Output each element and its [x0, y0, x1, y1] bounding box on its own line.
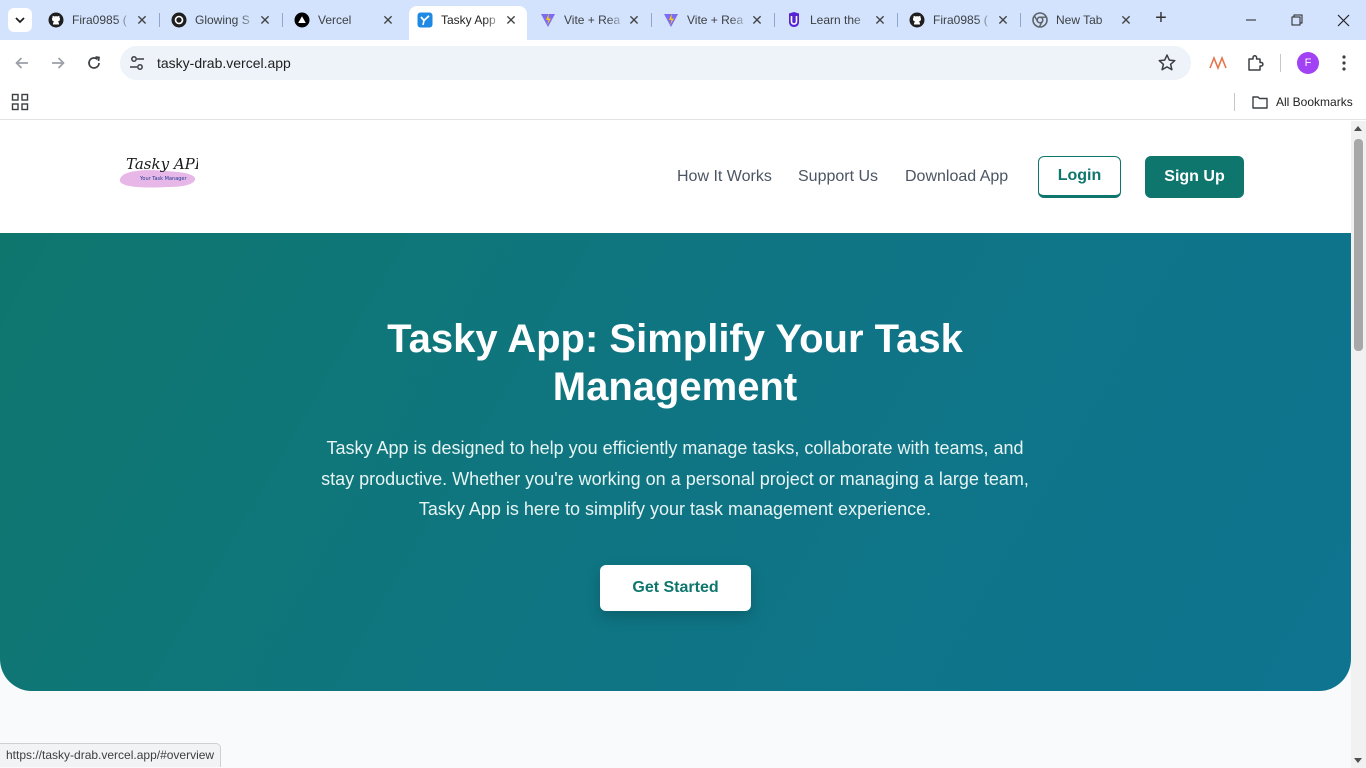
page-viewport: Tasky APP Your Task Manager How It Works… [0, 121, 1351, 768]
tab-separator [774, 13, 775, 27]
tab-title: New Tab [1056, 13, 1103, 27]
puzzle-icon [1248, 54, 1264, 71]
tab-separator [282, 13, 283, 27]
forward-button[interactable] [46, 51, 70, 75]
vercel-icon [294, 12, 310, 28]
back-arrow-icon [15, 57, 28, 69]
tab-title: Learn the [810, 13, 861, 27]
close-window-button[interactable] [1320, 0, 1366, 40]
profile-avatar[interactable]: F [1297, 52, 1319, 74]
tab-github-2[interactable]: Fira0985 ( ✕ [901, 6, 1019, 34]
extensions-button[interactable] [1244, 52, 1266, 74]
hero-section: Tasky App: Simplify Your Task Management… [0, 233, 1351, 691]
close-tab-icon[interactable]: ✕ [626, 12, 642, 28]
github-icon [48, 12, 64, 28]
new-tab-button[interactable]: + [1150, 8, 1172, 30]
scroll-up-arrow[interactable] [1354, 126, 1362, 131]
hero-title: Tasky App: Simplify Your Task Management [387, 317, 963, 409]
vite-icon [663, 12, 679, 28]
browser-toolbar: tasky-drab.vercel.app F [0, 40, 1366, 86]
tab-strip: Fira0985 ( ✕ Glowing S ✕ Vercel ✕ Tasky … [0, 0, 1366, 40]
tab-vite-1[interactable]: Vite + Rea ✕ [532, 6, 650, 34]
page-scrollbar[interactable] [1351, 121, 1366, 768]
site-logo[interactable]: Tasky APP Your Task Manager [118, 151, 206, 191]
restore-icon [1291, 14, 1303, 26]
bookmarks-bar: All Bookmarks [0, 86, 1366, 120]
wave-extension-icon [1209, 56, 1227, 70]
more-vertical-icon [1342, 55, 1346, 71]
tasky-icon [417, 12, 433, 28]
tab-title: Fira0985 ( [933, 13, 988, 27]
nav-how-it-works[interactable]: How It Works [677, 168, 772, 186]
hero-description: Tasky App is designed to help you effici… [321, 438, 1029, 519]
tab-title: Vite + Rea [564, 13, 621, 27]
back-button[interactable] [10, 51, 34, 75]
tab-title: Fira0985 ( [72, 13, 127, 27]
apps-grid-icon[interactable] [11, 93, 29, 111]
bookmarks-separator [1234, 93, 1235, 111]
tab-title: Vite + Rea [687, 13, 744, 27]
scroll-down-arrow[interactable] [1354, 758, 1362, 763]
tab-new[interactable]: New Tab ✕ [1024, 6, 1142, 34]
tab-separator [897, 13, 898, 27]
logo-tagline: Your Task Manager [139, 176, 188, 182]
close-icon [1337, 14, 1349, 26]
bookmark-star-icon[interactable] [1157, 53, 1177, 73]
site-header: Tasky APP Your Task Manager How It Works… [0, 121, 1351, 233]
get-started-button[interactable]: Get Started [600, 565, 751, 611]
status-url-bubble: https://tasky-drab.vercel.app/#overview [0, 743, 222, 767]
close-tab-icon[interactable]: ✕ [872, 12, 888, 28]
forward-arrow-icon [52, 57, 65, 69]
tab-tasky-active[interactable]: Tasky App ✕ [409, 6, 527, 40]
threads-icon [171, 12, 187, 28]
folder-icon [1252, 96, 1268, 109]
vite-icon [540, 12, 556, 28]
extension-icon[interactable] [1207, 52, 1229, 74]
tab-title: Tasky App [441, 13, 496, 27]
minimize-button[interactable] [1228, 0, 1274, 40]
close-tab-icon[interactable]: ✕ [257, 12, 273, 28]
address-url[interactable]: tasky-drab.vercel.app [157, 55, 291, 71]
tab-separator [159, 13, 160, 27]
nav-download-app[interactable]: Download App [905, 168, 1008, 186]
close-tab-icon[interactable]: ✕ [380, 12, 396, 28]
chrome-icon [1032, 12, 1048, 28]
close-tab-icon[interactable]: ✕ [503, 12, 519, 28]
restore-button[interactable] [1274, 0, 1320, 40]
chevron-down-icon [15, 17, 25, 24]
tab-learn[interactable]: Learn the ✕ [778, 6, 896, 34]
tab-vite-2[interactable]: Vite + Rea ✕ [655, 6, 773, 34]
all-bookmarks-label: All Bookmarks [1276, 95, 1353, 109]
browser-menu-button[interactable] [1333, 52, 1355, 74]
scroll-thumb[interactable] [1354, 139, 1363, 351]
tab-separator [1020, 13, 1021, 27]
toolbar-separator [1280, 54, 1281, 72]
address-bar[interactable]: tasky-drab.vercel.app [120, 46, 1191, 80]
all-bookmarks-button[interactable]: All Bookmarks [1252, 92, 1353, 112]
reload-icon [88, 56, 100, 69]
nav-support-us[interactable]: Support Us [798, 168, 878, 186]
udemy-icon [786, 12, 802, 28]
login-button[interactable]: Login [1038, 156, 1121, 198]
close-tab-icon[interactable]: ✕ [1118, 12, 1134, 28]
tasky-logo-icon: Tasky APP Your Task Manager [119, 155, 206, 188]
close-tab-icon[interactable]: ✕ [749, 12, 765, 28]
close-tab-icon[interactable]: ✕ [995, 12, 1011, 28]
signup-button[interactable]: Sign Up [1145, 156, 1244, 198]
site-settings-icon[interactable] [128, 54, 146, 72]
logo-title: Tasky APP [126, 155, 198, 173]
tab-github-1[interactable]: Fira0985 ( ✕ [40, 6, 158, 34]
tab-title: Vercel [318, 13, 352, 27]
tab-title: Glowing S [195, 13, 250, 27]
tab-search-button[interactable] [8, 8, 32, 32]
close-tab-icon[interactable]: ✕ [134, 12, 150, 28]
tab-glowing[interactable]: Glowing S ✕ [163, 6, 281, 34]
github-icon [909, 12, 925, 28]
reload-button[interactable] [82, 51, 106, 75]
tab-vercel[interactable]: Vercel ✕ [286, 6, 404, 34]
tab-separator [651, 13, 652, 27]
minimize-icon [1246, 19, 1256, 21]
